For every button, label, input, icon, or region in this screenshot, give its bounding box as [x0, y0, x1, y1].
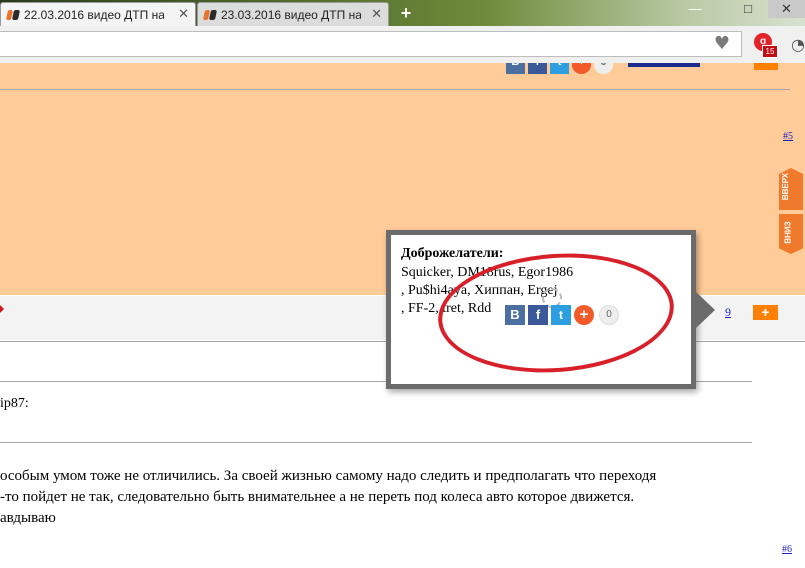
addon-badge: 15 — [762, 45, 778, 58]
scroll-up-label: ВВЕРХ — [781, 172, 791, 201]
post-line: авдываю — [0, 510, 56, 526]
rating-count-link[interactable]: 9 — [725, 305, 731, 320]
browser-tab-1[interactable]: 22.03.2016 видео ДТП на ✕ — [0, 2, 196, 26]
tab-close-icon[interactable]: ✕ — [371, 6, 382, 22]
window-close-button[interactable]: ✕ — [768, 0, 805, 18]
plus-button-top[interactable] — [754, 63, 778, 70]
new-tab-button[interactable]: + — [396, 3, 416, 23]
address-bar[interactable] — [0, 31, 742, 57]
divider — [0, 89, 790, 90]
twitter-share-icon[interactable]: t — [550, 63, 569, 74]
extension-icon[interactable]: ◔ — [791, 35, 805, 54]
minimize-button[interactable]: — — [680, 0, 710, 18]
share-count: 0 — [594, 63, 613, 74]
maximize-button[interactable]: □ — [736, 0, 760, 18]
post-text: особым умом тоже не отличились. За своей… — [0, 466, 656, 529]
more-share-icon[interactable]: + — [572, 63, 591, 74]
post-line: -то пойдет не так, следовательно быть вн… — [0, 489, 635, 505]
vk-share-icon[interactable]: B — [506, 63, 525, 74]
post-number-link[interactable]: #6 — [782, 544, 792, 555]
site-favicon-icon — [204, 9, 218, 21]
url-input[interactable] — [4, 33, 708, 57]
quote-divider — [0, 442, 752, 443]
facebook-share-icon[interactable]: f — [528, 63, 547, 74]
site-favicon-icon — [7, 9, 21, 21]
adblock-addon-icon[interactable]: ɑ 15 — [752, 33, 778, 58]
expand-arrow-icon[interactable] — [0, 305, 4, 313]
rating-bar — [628, 63, 700, 67]
share-buttons-top: B f t + 0 — [506, 63, 616, 74]
quote-author: ip87: — [0, 396, 29, 411]
tab-close-icon[interactable]: ✕ — [178, 6, 189, 22]
browser-tab-2[interactable]: 23.03.2016 видео ДТП на ✕ — [197, 2, 389, 26]
post-line: особым умом тоже не отличились. За своей… — [0, 468, 657, 484]
tab-title: 23.03.2016 видео ДТП на — [221, 7, 361, 22]
browser-tab-strip: 22.03.2016 видео ДТП на ✕ 23.03.2016 вид… — [0, 0, 805, 26]
browser-navbar: ♥ ɑ 15 ◔ — [0, 26, 805, 64]
scroll-down-label: ВНИЗ — [783, 221, 793, 244]
popup-title: Доброжелатели: — [401, 246, 504, 261]
post-number-link[interactable]: #5 — [783, 131, 793, 142]
tab-title: 22.03.2016 видео ДТП на — [24, 7, 164, 22]
popup-pointer — [696, 292, 715, 328]
plus-button[interactable]: + — [753, 305, 778, 320]
bookmark-heart-icon[interactable]: ♥ — [712, 35, 732, 53]
